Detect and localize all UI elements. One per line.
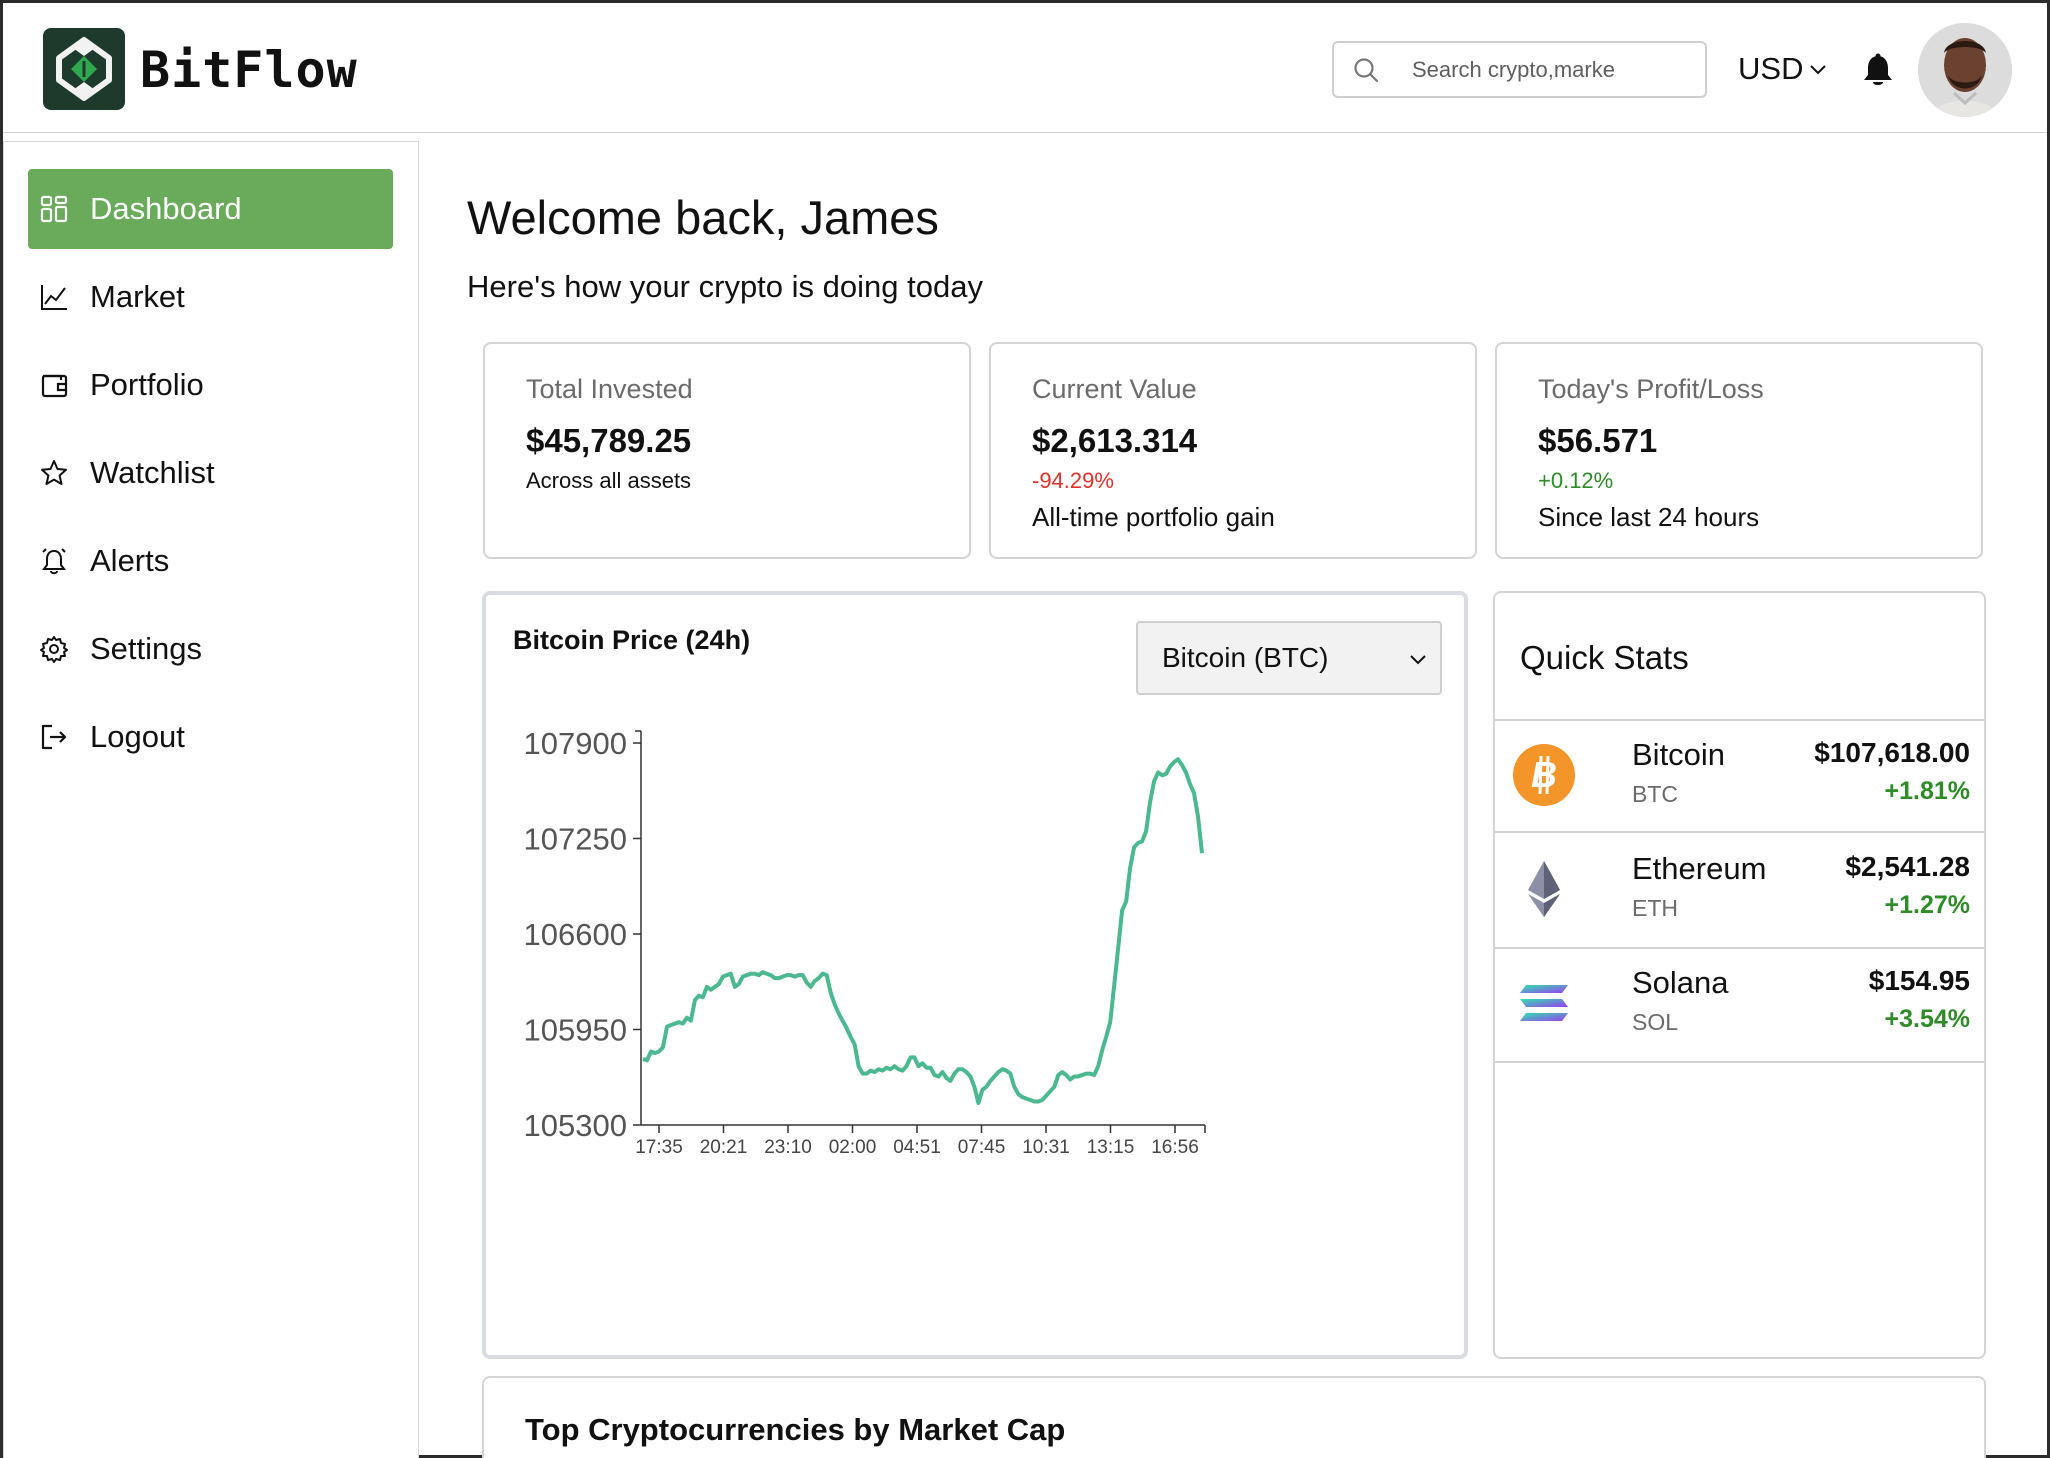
coin-symbol: SOL [1632, 1009, 1679, 1035]
card-value: $45,789.25 [526, 422, 692, 459]
bitcoin-icon: B [1513, 744, 1575, 806]
coin-change: +1.81% [1884, 777, 1971, 805]
price-series-line [642, 757, 1204, 1105]
sidebar-item-label: Market [90, 279, 185, 314]
coin-change: +3.54% [1884, 1005, 1971, 1033]
sidebar-item-dashboard[interactable]: Dashboard [28, 169, 393, 249]
svg-text:B: B [1531, 754, 1557, 795]
user-avatar[interactable] [1918, 23, 2012, 117]
sidebar-item-label: Logout [90, 719, 185, 754]
sidebar-item-logout[interactable]: Logout [28, 697, 393, 777]
currency-selector[interactable]: USD [1738, 51, 1827, 87]
bitflow-logo[interactable] [43, 28, 125, 110]
quick-stats-title: Quick Stats [1520, 639, 1689, 676]
coin-row-bitcoin[interactable]: B Bitcoin BTC $107,618.00 +1.81% [1495, 719, 1984, 833]
wallet-icon [38, 369, 70, 401]
bitcoin-price-chart-card: Bitcoin Price (24h) Bitcoin (BTC) 105300… [482, 591, 1468, 1359]
x-tick-label: 10:31 [1022, 1137, 1070, 1158]
sidebar-item-watchlist[interactable]: Watchlist [28, 433, 393, 513]
top-cryptocurrencies-card: Top Cryptocurrencies by Market Cap [482, 1376, 1986, 1458]
y-tick-label: 105950 [524, 1013, 627, 1048]
sidebar-item-label: Watchlist [90, 455, 215, 490]
sidebar-item-label: Dashboard [90, 191, 242, 226]
coin-name: Bitcoin [1632, 737, 1726, 772]
x-tick-label: 13:15 [1087, 1137, 1135, 1158]
coin-price: $107,618.00 [1814, 737, 1970, 768]
brand-name: BitFlow [140, 41, 358, 99]
card-percent-change: -94.29% [1032, 468, 1114, 493]
sidebar-item-label: Settings [90, 631, 203, 666]
chevron-down-icon [1810, 65, 1827, 75]
stat-card-total-invested: Total Invested $45,789.25 Across all ass… [483, 342, 971, 559]
x-tick-label: 16:56 [1151, 1137, 1199, 1158]
card-value: $2,613.314 [1032, 422, 1198, 459]
y-tick-label: 105300 [524, 1108, 627, 1143]
search-box[interactable] [1332, 41, 1707, 98]
y-tick-label: 106600 [524, 917, 627, 952]
sidebar-item-settings[interactable]: Settings [28, 609, 393, 689]
y-tick-label: 107250 [524, 822, 627, 857]
card-note: All-time portfolio gain [1032, 502, 1275, 532]
sidebar-item-alerts[interactable]: Alerts [28, 521, 393, 601]
card-label: Current Value [1032, 374, 1197, 404]
sidebar-item-portfolio[interactable]: Portfolio [28, 345, 393, 425]
price-line-chart: 105300 105950 106600 107250 107900 17:35 20:21… [524, 726, 1206, 1158]
coin-name: Solana [1632, 965, 1729, 1000]
logout-icon [38, 721, 70, 753]
x-tick-label: 07:45 [958, 1137, 1006, 1158]
y-tick-label: 107900 [524, 726, 627, 761]
stat-card-current-value: Current Value $2,613.314 -94.29% All-tim… [989, 342, 1477, 559]
top-cryptocurrencies-title: Top Cryptocurrencies by Market Cap [525, 1412, 1066, 1447]
search-icon [1354, 58, 1379, 83]
x-tick-label: 04:51 [893, 1137, 941, 1158]
ethereum-icon [1528, 861, 1560, 917]
coin-symbol: ETH [1632, 895, 1678, 921]
card-label: Total Invested [526, 374, 693, 404]
stat-card-profit-loss: Today's Profit/Loss $56.571 +0.12% Since… [1495, 342, 1983, 559]
coin-row-ethereum[interactable]: Ethereum ETH $2,541.28 +1.27% [1495, 835, 1984, 949]
coin-change: +1.27% [1884, 891, 1971, 919]
card-note: Across all assets [526, 468, 692, 493]
currency-label: USD [1738, 51, 1804, 86]
card-percent-change: +0.12% [1538, 468, 1614, 493]
top-header: BitFlow USD [3, 3, 2047, 133]
dashboard-icon [38, 193, 70, 225]
coin-row-solana[interactable]: Solana SOL $154.95 +3.54% [1495, 949, 1984, 1063]
bell-icon [38, 545, 70, 577]
coin-price: $154.95 [1868, 965, 1970, 996]
x-tick-label: 02:00 [829, 1137, 877, 1158]
search-input[interactable] [1412, 53, 1692, 87]
x-tick-label: 20:21 [700, 1137, 748, 1158]
card-label: Today's Profit/Loss [1538, 374, 1764, 404]
sidebar-item-market[interactable]: Market [28, 257, 393, 337]
gear-icon [38, 633, 70, 665]
notification-bell-icon[interactable] [1861, 53, 1895, 89]
sidebar-item-label: Portfolio [90, 367, 204, 402]
page-title: Welcome back, James [467, 191, 939, 244]
page-subtitle: Here's how your crypto is doing today [467, 269, 983, 304]
coin-symbol: BTC [1632, 781, 1678, 807]
card-note: Since last 24 hours [1538, 502, 1760, 532]
coin-price: $2,541.28 [1845, 851, 1970, 882]
quick-stats-panel: Quick Stats B Bitcoin BTC $107,618.00 +1… [1493, 591, 1986, 1359]
star-icon [38, 457, 70, 489]
sidebar-item-label: Alerts [90, 543, 170, 578]
sidebar: Dashboard Market Portfolio Watchlist Ale… [3, 141, 419, 1458]
x-tick-label: 23:10 [764, 1137, 812, 1158]
card-value: $56.571 [1538, 422, 1658, 459]
x-tick-label: 17:35 [635, 1137, 683, 1158]
coin-name: Ethereum [1632, 851, 1767, 886]
solana-icon [1520, 985, 1568, 1021]
chart-line-icon [38, 281, 70, 313]
